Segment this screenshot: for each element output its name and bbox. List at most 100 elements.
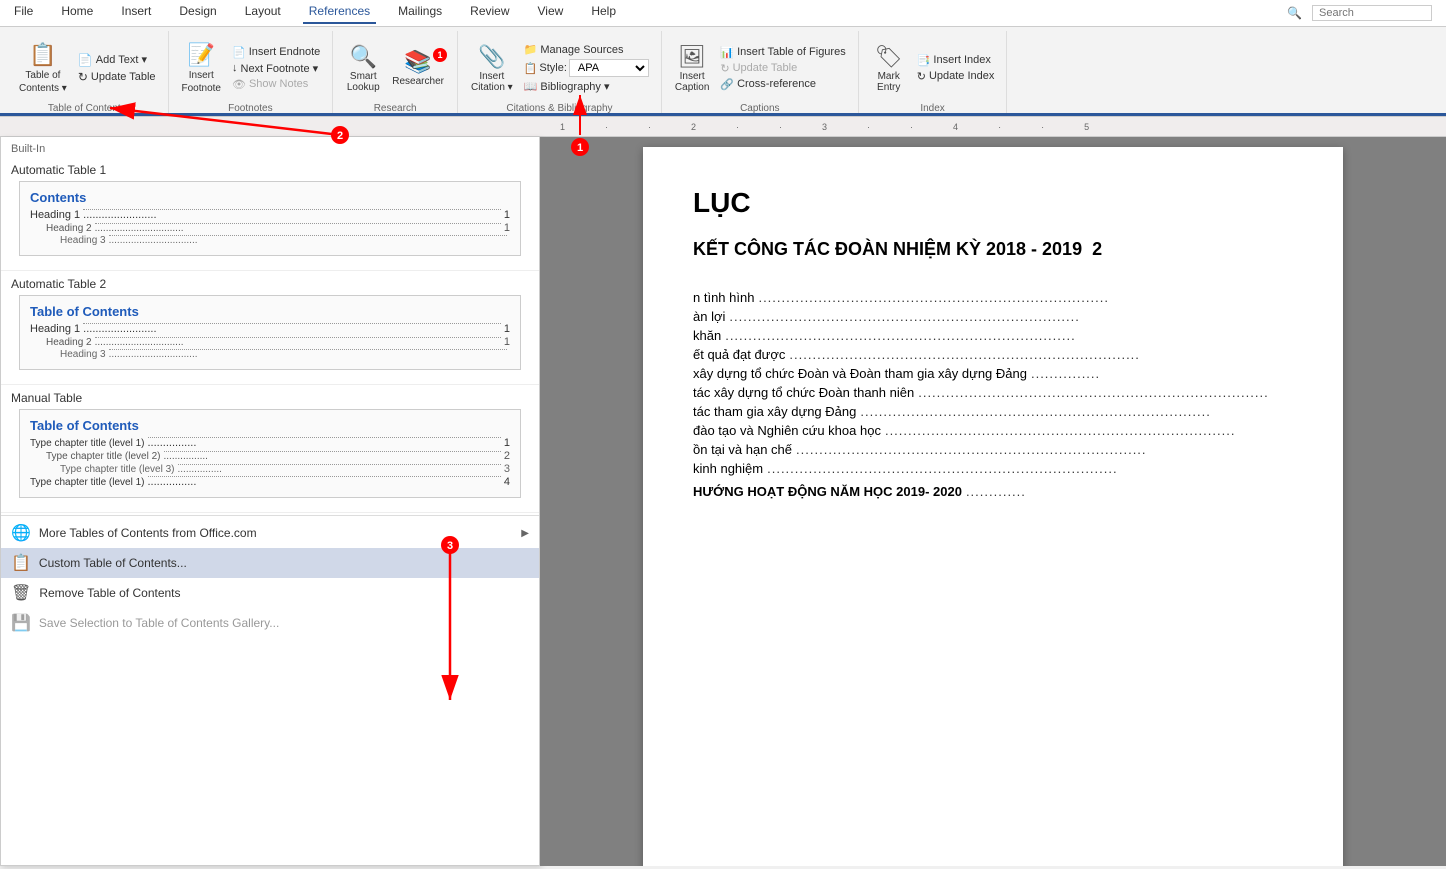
mark-entry-button[interactable]: 🏷 MarkEntry [867,41,911,96]
menu-view[interactable]: View [532,2,570,24]
toc-doc-text-1: n tình hình [693,290,754,305]
doc-title: LỤC [693,187,1293,219]
show-notes-button: 👁 Show Notes [228,77,324,92]
more-toc-item[interactable]: 🌐 More Tables of Contents from Office.co… [1,518,539,548]
toc2-h2-num: 1 [504,336,510,348]
toc-doc-text-5: xây dựng tổ chức Đoàn và Đoàn tham gia x… [693,366,1027,381]
toc2-line-h2: Heading 2 ..............................… [46,336,510,348]
insert-table-figures-button[interactable]: 📊 Insert Table of Figures [716,45,849,60]
menu-mailings[interactable]: Mailings [392,2,448,24]
auto-table-2-title: Automatic Table 2 [11,277,529,291]
add-text-button[interactable]: 📄 Add Text ▾ [74,52,160,68]
toc-doc-text-4: ết quả đạt được [693,347,785,362]
toc-h3-text: Heading 3 [60,235,106,246]
toc-button[interactable]: 📋 Table ofContents ▾ [14,39,72,98]
insert-endnote-button[interactable]: 📄 Insert Endnote [228,45,324,60]
manage-sources-icon: 📁 [524,43,538,56]
remove-toc-label: Remove Table of Contents [39,586,180,600]
bibliography-label: Bibliography ▾ [540,80,609,93]
toc-doc-line-7: tác tham gia xây dựng Đảng .............… [693,404,1293,419]
toc-h1-num: 1 [504,209,510,221]
style-select[interactable]: APA MLA Chicago [569,59,649,77]
toc-buttons: 📋 Table ofContents ▾ 📄 Add Text ▾ ↻ Upda… [14,33,160,103]
manage-sources-label: Manage Sources [540,44,623,56]
toc-doc-text-9: ồn tại và hạn chế [693,442,792,457]
update-table-button[interactable]: ↻ Update Table [74,69,160,85]
save-selection-icon: 💾 [11,613,31,633]
bibliography-button[interactable]: 📖 Bibliography ▾ [520,79,653,94]
toc-doc-line-4: ết quả đạt được ........................… [693,347,1293,362]
next-footnote-label: Next Footnote ▾ [241,62,319,75]
custom-toc-item[interactable]: 📋 Custom Table of Contents... [1,548,539,578]
citations-buttons: 📎 InsertCitation ▾ 📁 Manage Sources 📋 St… [466,33,653,103]
toc2-line-h1: Heading 1 ........................ 1 [30,323,510,335]
toc-dropdown-panel: Built-In Automatic Table 1 Contents Head… [0,137,540,866]
toc2-h1-text: Heading 1 [30,323,80,335]
insert-citation-button[interactable]: 📎 InsertCitation ▾ [466,41,518,96]
ruler: 1 · · 2 · · 3 · · 4 · · 5 [0,117,1446,137]
toc-group-label: Table of Contents [48,103,126,116]
citations-group-label: Citations & Bibliography [506,103,612,116]
update-index-button[interactable]: ↻ Update Index [913,69,999,84]
manual-dots-2: ................ [164,451,501,452]
toc-doc-dots-5: ............... [1031,366,1289,381]
toc-small-buttons: 📄 Add Text ▾ ↻ Update Table [74,52,160,85]
researcher-wrapper: 📚 Researcher 1 [387,46,449,90]
doc-heading-row: KẾT CÔNG TÁC ĐOÀN NHIỆM KỲ 2018 - 2019 2 [693,239,1293,274]
more-toc-arrow: ▶ [521,528,529,539]
menu-insert[interactable]: Insert [115,2,157,24]
main-area: Built-In Automatic Table 1 Contents Head… [0,137,1446,866]
next-footnote-button[interactable]: ↓ Next Footnote ▾ [228,61,324,76]
smart-lookup-button[interactable]: 🔍 SmartLookup [341,41,385,96]
menu-home[interactable]: Home [55,2,99,24]
menu-layout[interactable]: Layout [239,2,287,24]
menu-help[interactable]: Help [585,2,622,24]
style-icon: 📋 [524,62,538,75]
toc-dots: ........................ [83,209,501,210]
more-toc-icon: 🌐 [11,523,31,543]
manual-table-preview: Table of Contents Type chapter title (le… [19,409,521,498]
toc-line-h2: Heading 2 ..............................… [46,222,510,234]
mark-entry-icon: 🏷 [875,44,903,70]
insert-endnote-label: Insert Endnote [249,46,321,58]
toc-doc-text-6: tác xây dựng tổ chức Đoàn thanh niên [693,385,914,400]
captions-group-label: Captions [740,103,779,116]
insert-footnote-button[interactable]: 📝 InsertFootnote [177,39,226,98]
section-label-builtin: Built-In [1,137,539,157]
search-input[interactable] [1312,5,1432,21]
captions-small-buttons: 📊 Insert Table of Figures ↻ Update Table… [716,45,849,92]
footnotes-small-buttons: 📄 Insert Endnote ↓ Next Footnote ▾ 👁 Sho… [228,45,324,92]
menu-review[interactable]: Review [464,2,515,24]
remove-toc-item[interactable]: 🗑 Remove Table of Contents [1,578,539,608]
auto-table-1-item[interactable]: Automatic Table 1 Contents Heading 1 ...… [1,157,539,271]
style-button[interactable]: 📋 Style: APA MLA Chicago [520,58,653,78]
insert-caption-button[interactable]: 🖼 InsertCaption [670,41,714,96]
insert-caption-icon: 🖼 [678,44,706,70]
menu-file[interactable]: File [8,2,39,24]
manage-sources-button[interactable]: 📁 Manage Sources [520,42,653,57]
toc-doc-line-11: HƯỚNG HOẠT ĐỘNG NĂM HỌC 2019- 2020 .....… [693,484,1293,499]
save-selection-label: Save Selection to Table of Contents Gall… [39,616,279,630]
cross-reference-button[interactable]: 🔗 Cross-reference [716,77,849,92]
custom-toc-icon: 📋 [11,553,31,573]
toc-doc-dots-10: ........................................… [767,461,1289,476]
manual-line-2: Type chapter title (level 2) ...........… [46,450,510,462]
manual-num-4: 4 [504,476,510,488]
menu-references[interactable]: References [303,2,376,24]
manual-table-item[interactable]: Manual Table Table of Contents Type chap… [1,385,539,513]
toc-label: Table ofContents ▾ [19,69,67,95]
toc-doc-text-8: đào tạo và Nghiên cứu khoa học [693,423,881,438]
menu-design[interactable]: Design [173,2,222,24]
toc-dots-3: ................................ [109,235,507,236]
researcher-icon: 📚 [404,49,431,75]
auto-table-2-item[interactable]: Automatic Table 2 Table of Contents Head… [1,271,539,385]
manual-line-1: Type chapter title (level 1) ...........… [30,437,510,449]
manual-h1-text: Type chapter title (level 1) [30,438,145,449]
auto-table-1-title: Automatic Table 1 [11,163,529,177]
footnotes-buttons: 📝 InsertFootnote 📄 Insert Endnote ↓ Next… [177,33,325,103]
ribbon-group-citations: 📎 InsertCitation ▾ 📁 Manage Sources 📋 St… [458,31,662,116]
toc-doc-line-2: àn lợi .................................… [693,309,1293,324]
show-notes-icon: 👁 [232,78,246,91]
manual-table-title: Manual Table [11,391,529,405]
insert-index-button[interactable]: 📑 Insert Index [913,53,999,68]
